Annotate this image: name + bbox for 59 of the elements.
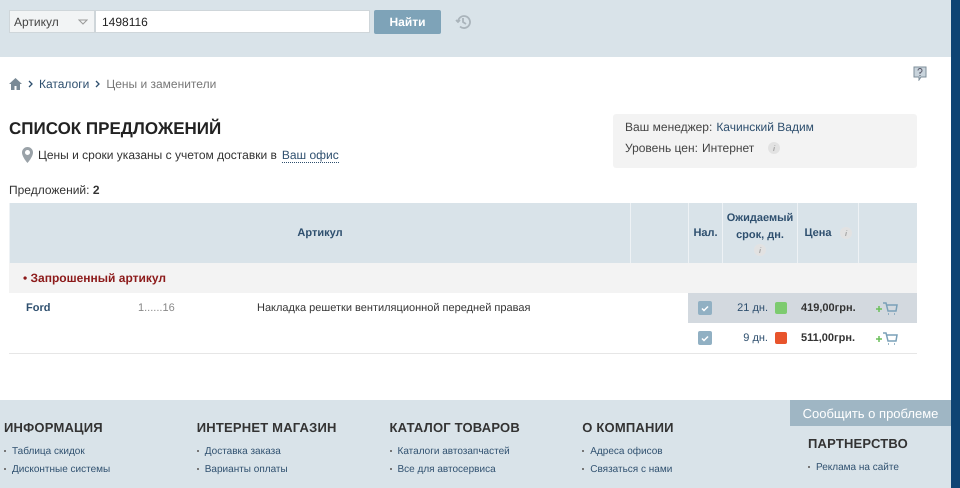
column-header: Цена [797, 203, 858, 263]
delivery-term: 9 дн. [743, 332, 768, 344]
page-title: СПИСОК ПРЕДЛОЖЕНИЙ [9, 119, 222, 139]
add-to-cart-icon[interactable] [875, 331, 898, 345]
bullet-icon [196, 468, 199, 470]
bullet-icon [582, 450, 584, 452]
search-field[interactable]: 1498116 [95, 10, 370, 33]
description-cell-text: Накладка решетки вентиляционной передней правая [256, 301, 532, 316]
delivery-note: Цены и сроки указаны с учетом доставки в [38, 148, 277, 162]
price-cell: 419,00грн. [797, 293, 858, 323]
manager-label: Ваш менеджер: [625, 120, 712, 134]
chevron-icon [28, 80, 33, 88]
bullet-icon [582, 468, 584, 470]
info-icon[interactable] [768, 142, 780, 154]
offers-count-label: Предложений: [9, 183, 90, 197]
header-cell [858, 203, 917, 263]
footer-heading: КАТАЛОГ ТОВАРОВ [390, 420, 521, 435]
column-header: Ожидаемый срок, дн. [722, 203, 797, 263]
info-icon[interactable] [754, 244, 766, 256]
footer-link[interactable]: Адреса офисов [582, 446, 790, 457]
caret-icon [78, 18, 88, 24]
footer-heading: О КОМПАНИИ [582, 420, 675, 435]
add-to-cart-icon[interactable] [875, 301, 898, 315]
breadcrumb-link[interactable]: Каталоги [39, 77, 90, 91]
bullet-icon [196, 450, 199, 452]
footer-link[interactable]: Таблица скидок [4, 446, 197, 457]
footer-heading: ПАРТНЕРСТВО [806, 436, 909, 451]
delivery-term: 21 дн. [737, 302, 768, 314]
column-header: Нал. [688, 203, 722, 263]
chevron-icon [95, 80, 100, 88]
price-level: Интернет [702, 141, 754, 155]
checkmark-icon [701, 334, 709, 342]
column-header: Артикул [9, 203, 630, 263]
bullet-icon [808, 466, 810, 468]
history-icon[interactable] [454, 13, 472, 31]
footer-link[interactable]: Каталоги автозапчастей [390, 446, 582, 457]
footer-link[interactable]: Варианты оплаты [196, 464, 390, 475]
article-cell-text: 1......16 [137, 301, 176, 316]
manager-name[interactable]: Качинский Вадим [716, 120, 814, 134]
header-cell [630, 203, 688, 263]
office-link[interactable]: Ваш офис [282, 148, 339, 162]
help-icon[interactable] [913, 66, 927, 81]
price-cell-text: 511,00грн. [800, 331, 856, 346]
footer-link[interactable]: Связаться с нами [582, 464, 790, 475]
brand-cell[interactable]: Ford [9, 293, 130, 323]
home-icon[interactable] [9, 78, 22, 90]
info-icon[interactable] [840, 227, 852, 239]
footer-link[interactable]: Доставка заказа [196, 446, 390, 457]
location-pin-icon [22, 147, 33, 163]
footer-link[interactable]: Дисконтные системы [4, 464, 197, 475]
footer-heading: ИНТЕРНЕТ МАГАЗИН [196, 420, 338, 435]
search-type-dropdown[interactable]: Артикул [9, 10, 95, 33]
footer-link[interactable]: Реклама на сайте [790, 462, 951, 473]
group-heading: • Запрошенный артикул [9, 263, 917, 293]
footer-link[interactable]: Все для автосервиса [390, 464, 582, 475]
price-level-label: Уровень цен: [625, 141, 698, 155]
checkmark-icon [701, 304, 709, 312]
offers-count: 2 [92, 183, 100, 197]
footer-heading: ИНФОРМАЦИЯ [4, 420, 104, 435]
